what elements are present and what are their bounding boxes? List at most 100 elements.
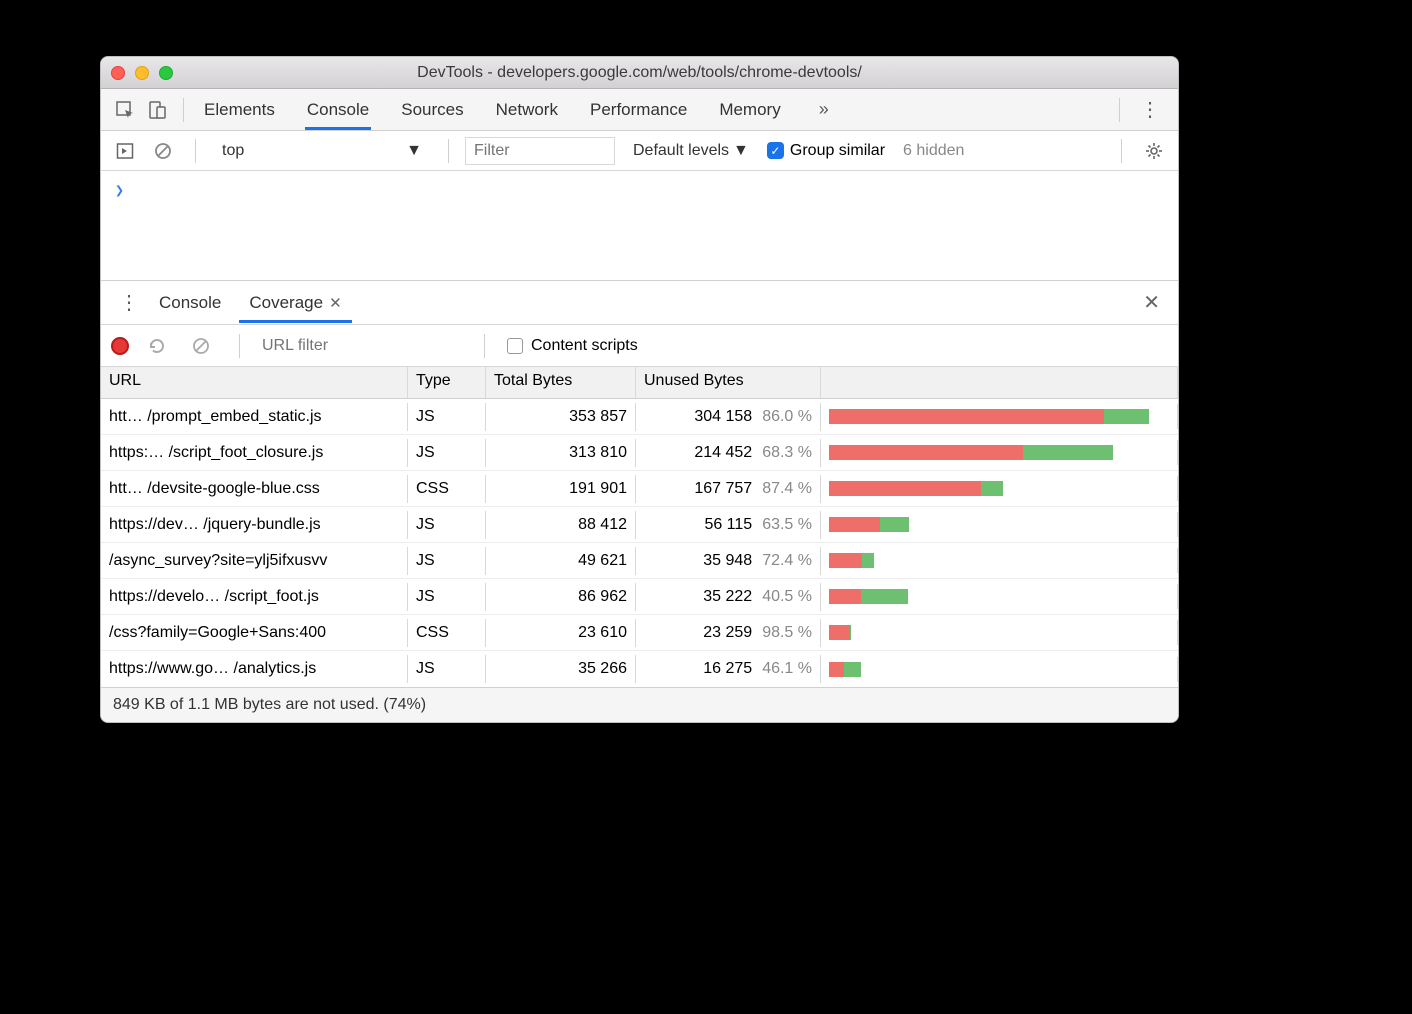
cell-bar — [821, 620, 1178, 645]
gear-icon[interactable] — [1142, 139, 1166, 163]
status-bar: 849 KB of 1.1 MB bytes are not used. (74… — [101, 688, 1178, 722]
table-header: URL Type Total Bytes Unused Bytes — [101, 367, 1178, 399]
col-type[interactable]: Type — [408, 367, 486, 398]
tab-elements[interactable]: Elements — [202, 90, 277, 130]
drawer-tab-label: Coverage — [249, 293, 323, 313]
table-row[interactable]: htt… /devsite-google-blue.cssCSS191 9011… — [101, 471, 1178, 507]
cell-total: 353 857 — [486, 403, 636, 431]
cell-unused: 35 22240.5 % — [636, 583, 821, 611]
cell-unused: 35 94872.4 % — [636, 547, 821, 575]
status-text: 849 KB of 1.1 MB bytes are not used. (74… — [113, 696, 426, 714]
clear-console-icon[interactable] — [151, 139, 175, 163]
separator — [1119, 98, 1120, 122]
console-body[interactable]: ❯ — [101, 171, 1178, 281]
drawer-tab-label: Console — [159, 293, 221, 313]
table-row[interactable]: https:… /script_foot_closure.jsJS313 810… — [101, 435, 1178, 471]
chevron-down-icon: ▼ — [406, 142, 422, 160]
separator — [1121, 139, 1122, 163]
cell-type: JS — [408, 547, 486, 575]
url-filter-input[interactable] — [262, 337, 462, 355]
titlebar: DevTools - developers.google.com/web/too… — [101, 57, 1178, 89]
cell-url: https://dev… /jquery-bundle.js — [101, 511, 408, 539]
cell-total: 86 962 — [486, 583, 636, 611]
main-tabs: Elements Console Sources Network Perform… — [202, 90, 1109, 130]
tab-performance[interactable]: Performance — [588, 90, 689, 130]
cell-bar — [821, 404, 1178, 429]
cell-type: JS — [408, 439, 486, 467]
table-row[interactable]: htt… /prompt_embed_static.jsJS353 857304… — [101, 399, 1178, 435]
tab-memory[interactable]: Memory — [717, 90, 782, 130]
table-row[interactable]: https://dev… /jquery-bundle.jsJS88 41256… — [101, 507, 1178, 543]
cell-unused: 23 25998.5 % — [636, 619, 821, 647]
separator — [484, 334, 485, 358]
cell-type: JS — [408, 403, 486, 431]
cell-type: CSS — [408, 475, 486, 503]
toggle-sidebar-icon[interactable] — [113, 139, 137, 163]
maximize-button[interactable] — [159, 66, 173, 80]
levels-label: Default levels — [633, 142, 729, 160]
device-toggle-icon[interactable] — [145, 98, 169, 122]
col-url[interactable]: URL — [101, 367, 408, 398]
tabs-overflow-button[interactable]: » — [811, 99, 837, 120]
separator — [239, 334, 240, 358]
minimize-button[interactable] — [135, 66, 149, 80]
cell-total: 35 266 — [486, 655, 636, 683]
console-toolbar: top ▼ Default levels ▼ ✓ Group similar 6… — [101, 131, 1178, 171]
cell-total: 49 621 — [486, 547, 636, 575]
main-tabstrip: Elements Console Sources Network Perform… — [101, 89, 1178, 131]
separator — [195, 139, 196, 163]
tab-network[interactable]: Network — [494, 90, 560, 130]
checkbox-empty-icon — [507, 338, 523, 354]
cell-bar — [821, 440, 1178, 465]
cell-unused: 56 11563.5 % — [636, 511, 821, 539]
col-bar — [821, 367, 1178, 398]
checkbox-checked-icon: ✓ — [767, 142, 784, 159]
tab-console[interactable]: Console — [305, 90, 371, 130]
coverage-table: URL Type Total Bytes Unused Bytes htt… /… — [101, 367, 1178, 688]
log-levels-select[interactable]: Default levels ▼ — [633, 142, 749, 160]
cell-unused: 304 15886.0 % — [636, 403, 821, 431]
table-row[interactable]: /async_survey?site=ylj5ifxusvvJS49 62135… — [101, 543, 1178, 579]
settings-kebab-icon[interactable]: ⋮ — [1130, 97, 1170, 122]
drawer-tab-coverage[interactable]: Coverage ✕ — [239, 282, 351, 323]
cell-bar — [821, 476, 1178, 501]
close-icon[interactable]: ✕ — [329, 294, 342, 312]
drawer-tab-console[interactable]: Console — [149, 282, 231, 323]
cell-bar — [821, 512, 1178, 537]
cell-url: htt… /devsite-google-blue.css — [101, 475, 408, 503]
context-label: top — [222, 142, 244, 160]
context-select[interactable]: top ▼ — [212, 138, 432, 164]
table-row[interactable]: https://www.go… /analytics.jsJS35 26616 … — [101, 651, 1178, 687]
chevron-down-icon: ▼ — [733, 142, 749, 160]
cell-type: JS — [408, 583, 486, 611]
cell-url: https:… /script_foot_closure.js — [101, 439, 408, 467]
drawer-kebab-icon[interactable]: ⋮ — [109, 290, 149, 315]
drawer-close-button[interactable]: ✕ — [1133, 290, 1170, 315]
cell-type: JS — [408, 655, 486, 683]
cell-url: /css?family=Google+Sans:400 — [101, 619, 408, 647]
record-button[interactable] — [111, 337, 129, 355]
drawer-tabstrip: ⋮ Console Coverage ✕ ✕ — [101, 281, 1178, 325]
clear-icon[interactable] — [189, 334, 213, 358]
table-row[interactable]: /css?family=Google+Sans:400CSS23 61023 2… — [101, 615, 1178, 651]
tab-sources[interactable]: Sources — [399, 90, 465, 130]
reload-icon[interactable] — [145, 334, 169, 358]
cell-url: https://www.go… /analytics.js — [101, 655, 408, 683]
filter-input[interactable] — [465, 137, 615, 165]
cell-url: /async_survey?site=ylj5ifxusvv — [101, 547, 408, 575]
hidden-count[interactable]: 6 hidden — [903, 142, 964, 160]
content-scripts-toggle[interactable]: Content scripts — [507, 337, 638, 355]
inspect-icon[interactable] — [113, 98, 137, 122]
content-scripts-label: Content scripts — [531, 337, 638, 355]
group-similar-toggle[interactable]: ✓ Group similar — [767, 142, 885, 160]
cell-url: htt… /prompt_embed_static.js — [101, 403, 408, 431]
cell-unused: 167 75787.4 % — [636, 475, 821, 503]
close-button[interactable] — [111, 66, 125, 80]
col-total[interactable]: Total Bytes — [486, 367, 636, 398]
cell-type: CSS — [408, 619, 486, 647]
col-unused[interactable]: Unused Bytes — [636, 367, 821, 398]
cell-unused: 16 27546.1 % — [636, 655, 821, 683]
table-row[interactable]: https://develo… /script_foot.jsJS86 9623… — [101, 579, 1178, 615]
cell-unused: 214 45268.3 % — [636, 439, 821, 467]
devtools-window: DevTools - developers.google.com/web/too… — [100, 56, 1179, 723]
